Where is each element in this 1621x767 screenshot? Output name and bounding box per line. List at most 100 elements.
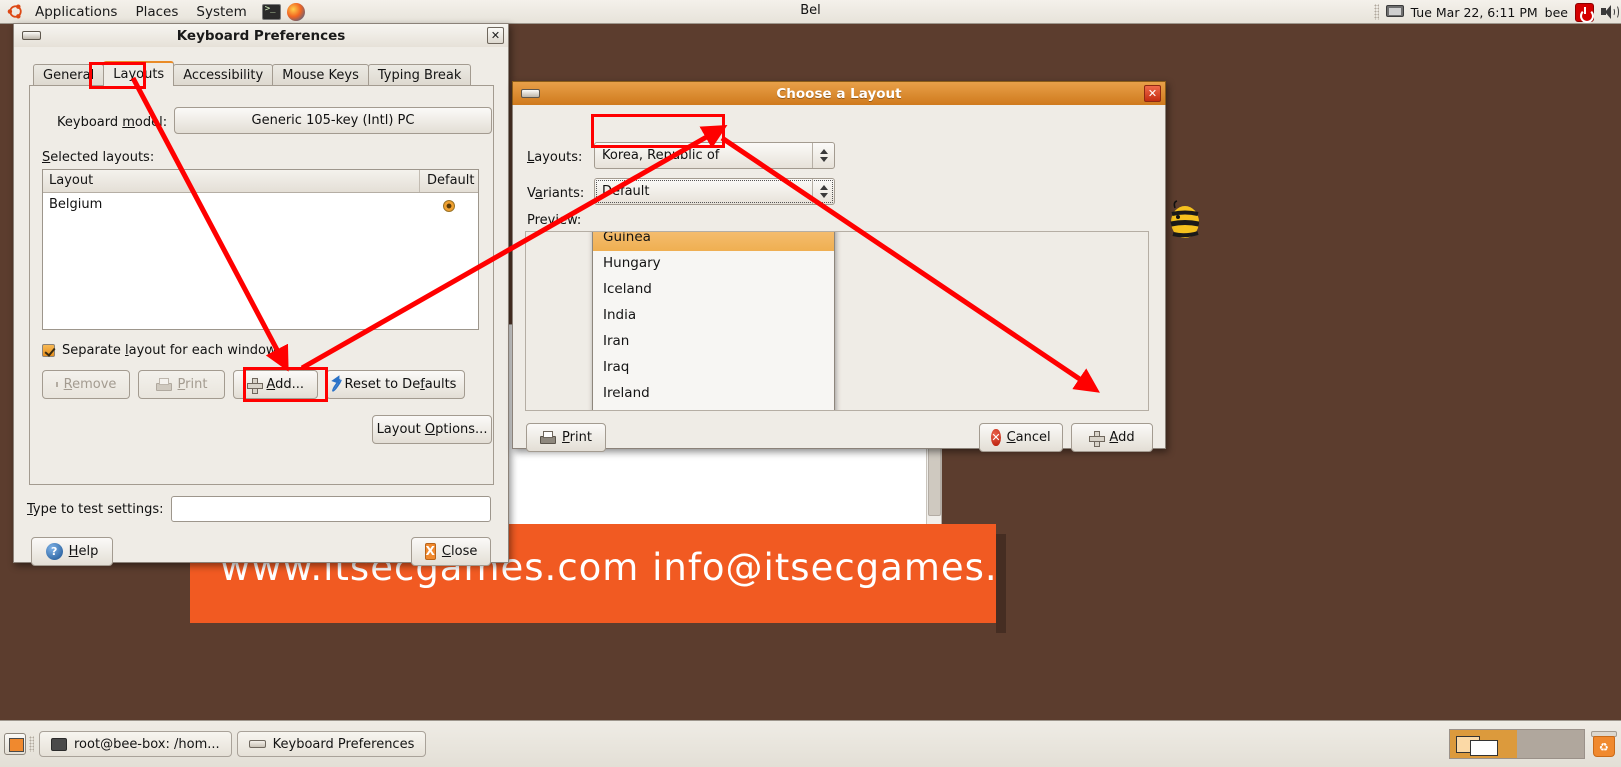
keyboard-icon: [22, 31, 41, 40]
layouts-tab-panel: Keyboard model: Generic 105-key (Intl) P…: [29, 85, 494, 485]
display-icon[interactable]: [1385, 4, 1404, 20]
choose-layout-titlebar[interactable]: Choose a Layout ✕: [512, 81, 1166, 105]
reset-to-defaults-button[interactable]: Reset to Defaults: [326, 370, 465, 399]
layout-name: Belgium: [49, 197, 103, 212]
dropdown-item-iran[interactable]: Iran: [593, 329, 834, 355]
keyboard-preferences-body: General Layouts Accessibility Mouse Keys…: [13, 47, 509, 566]
dropdown-item-label: India: [603, 307, 637, 323]
dropdown-item-label: Ireland: [603, 385, 650, 401]
close-icon[interactable]: ✕: [487, 27, 504, 44]
tab-layouts[interactable]: Layouts: [103, 61, 175, 86]
dropdown-item-guinea[interactable]: Guinea: [593, 231, 834, 251]
print-button[interactable]: Print: [138, 370, 225, 399]
help-button[interactable]: ? Help: [31, 537, 113, 566]
tab-mouse-keys[interactable]: Mouse Keys: [272, 64, 369, 86]
dropdown-item-iceland[interactable]: Iceland: [593, 277, 834, 303]
default-radio[interactable]: [420, 193, 478, 218]
terminal-icon[interactable]: [261, 3, 281, 20]
keyboard-icon: [521, 89, 540, 98]
task-keyboard-preferences[interactable]: Keyboard Preferences: [236, 731, 427, 757]
tab-accessibility[interactable]: Accessibility: [173, 64, 274, 86]
cancel-button-label: Cancel: [1006, 430, 1051, 445]
keyboard-model-button[interactable]: Generic 105-key (Intl) PC: [174, 107, 492, 134]
firefox-icon[interactable]: [286, 2, 305, 21]
menu-system[interactable]: System: [187, 2, 255, 22]
spinner-arrows-icon[interactable]: [812, 143, 834, 168]
workspace-2[interactable]: [1517, 729, 1584, 758]
trash-icon[interactable]: ♻: [1591, 730, 1617, 758]
remove-button[interactable]: Remove: [42, 370, 130, 399]
workspace-1[interactable]: [1450, 729, 1517, 758]
help-button-label: Help: [68, 544, 99, 559]
workspace-switcher[interactable]: [1449, 728, 1585, 759]
reset-button-label: Reset to Defaults: [344, 377, 457, 392]
bottom-panel: root@bee-box: /hom... Keyboard Preferenc…: [0, 720, 1621, 767]
menu-applications[interactable]: Applications: [26, 2, 126, 22]
layouts-combo[interactable]: Korea, Republic of: [594, 142, 835, 169]
menu-places[interactable]: Places: [126, 2, 187, 22]
add-layout-button[interactable]: Add...: [233, 370, 318, 399]
task-terminal[interactable]: root@bee-box: /hom...: [39, 731, 232, 757]
separate-layout-checkbox-row[interactable]: Separate layout for each window: [42, 343, 277, 358]
test-settings-input[interactable]: [171, 496, 491, 522]
tab-general[interactable]: General: [33, 64, 105, 86]
banner-shadow: [996, 534, 1006, 633]
preview-label: Preview:: [527, 213, 582, 228]
tab-general-label: General: [43, 68, 95, 83]
printer-icon: [540, 431, 557, 444]
dropdown-item-india[interactable]: India: [593, 303, 834, 329]
tab-accessibility-label: Accessibility: [183, 68, 264, 83]
preview-area: Guinea Hungary Iceland India Iran Iraq I…: [525, 231, 1149, 411]
layout-options-label: Layout Options...: [376, 422, 488, 437]
volume-icon[interactable]: [1601, 4, 1619, 20]
clock[interactable]: Tue Mar 22, 6:11 PM: [1411, 5, 1538, 20]
table-row[interactable]: Belgium: [43, 193, 478, 218]
dropdown-item-hungary[interactable]: Hungary: [593, 251, 834, 277]
task-terminal-label: root@bee-box: /hom...: [74, 736, 220, 752]
panel-grip: [29, 736, 34, 752]
keyboard-model-value: Generic 105-key (Intl) PC: [251, 113, 415, 128]
cancel-button[interactable]: ✕ Cancel: [979, 423, 1063, 452]
variants-combo[interactable]: Default: [594, 178, 835, 205]
remove-button-label: Remove: [63, 377, 117, 392]
layouts-dropdown-popup[interactable]: Guinea Hungary Iceland India Iran Iraq I…: [592, 231, 835, 410]
tab-typing-break[interactable]: Typing Break: [367, 64, 472, 86]
panel-grip: [1373, 4, 1379, 20]
selected-layouts-list[interactable]: Layout Default Belgium: [42, 169, 479, 330]
layout-options-button[interactable]: Layout Options...: [372, 415, 492, 444]
variants-label: Variants:: [527, 186, 585, 201]
dropdown-item-label: Guinea: [603, 231, 651, 245]
selected-layouts-label: Selected layouts:: [42, 150, 155, 165]
printer-icon: [155, 378, 172, 391]
task-keyboard-preferences-label: Keyboard Preferences: [272, 736, 415, 752]
variants-combo-value: Default: [602, 184, 650, 199]
window-task-list: root@bee-box: /hom... Keyboard Preferenc…: [39, 731, 427, 757]
spinner-arrows-icon[interactable]: [812, 179, 834, 204]
close-button-label: Close: [441, 544, 478, 559]
close-icon[interactable]: ✕: [1144, 85, 1161, 102]
dropdown-item-label: Iceland: [603, 281, 652, 297]
dropdown-item-ireland[interactable]: Ireland: [593, 381, 834, 407]
add-button-label: Add: [1109, 430, 1135, 445]
top-panel-right-tray: Tue Mar 22, 6:11 PM bee: [1373, 0, 1619, 24]
layouts-combo-value: Korea, Republic of: [602, 148, 720, 163]
print-button[interactable]: Print: [526, 423, 606, 452]
show-desktop-icon[interactable]: [4, 733, 26, 755]
column-header-layout[interactable]: Layout: [43, 170, 420, 192]
ubuntu-logo-icon[interactable]: [7, 3, 24, 20]
username[interactable]: bee: [1545, 5, 1568, 20]
add-layout-button-label: Add...: [266, 377, 304, 392]
keyboard-preferences-window: Keyboard Preferences ✕ General Layouts A…: [13, 23, 509, 566]
tab-mouse-keys-label: Mouse Keys: [282, 68, 359, 83]
plus-icon: [247, 377, 264, 394]
test-settings-label: Type to test settings:: [27, 502, 164, 517]
add-button[interactable]: Add: [1071, 423, 1153, 452]
keyboard-icon: [248, 740, 266, 748]
column-header-default[interactable]: Default: [420, 170, 478, 192]
print-button-label: Print: [562, 430, 592, 445]
dropdown-item-iraq[interactable]: Iraq: [593, 355, 834, 381]
close-button[interactable]: X Close: [411, 537, 491, 566]
power-icon[interactable]: [1575, 2, 1594, 23]
checkbox-checked-icon[interactable]: [42, 344, 55, 357]
keyboard-preferences-titlebar[interactable]: Keyboard Preferences ✕: [13, 23, 509, 47]
